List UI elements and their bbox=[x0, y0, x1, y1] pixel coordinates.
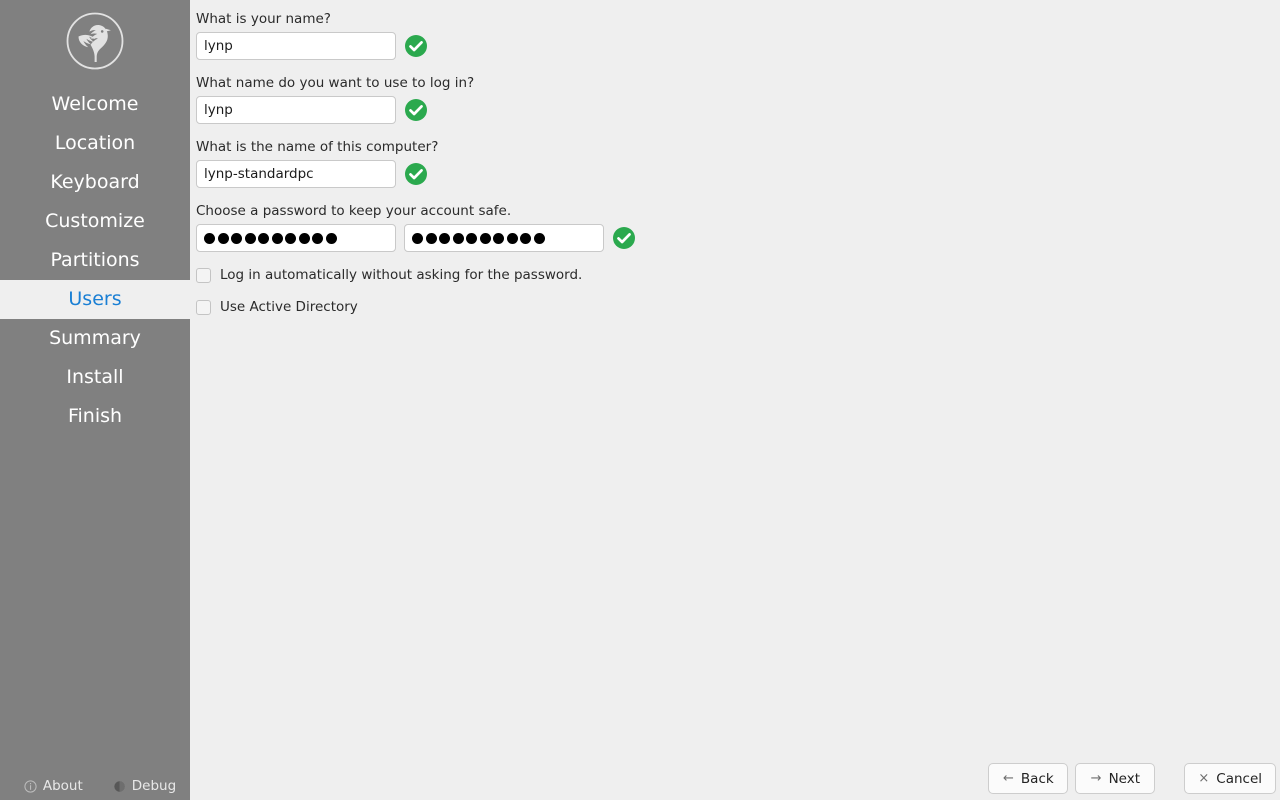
users-form: What is your name? What name do you want… bbox=[196, 11, 1266, 331]
password-input[interactable] bbox=[196, 224, 396, 252]
back-button-label: Back bbox=[1020, 770, 1054, 787]
username-row bbox=[196, 96, 1266, 124]
active-directory-row[interactable]: Use Active Directory bbox=[196, 299, 1266, 315]
back-button[interactable]: ← Back bbox=[988, 763, 1069, 794]
green-check-icon bbox=[405, 163, 427, 185]
fullname-label: What is your name? bbox=[196, 11, 331, 27]
debug-label: Debug bbox=[131, 778, 177, 794]
bird-logo-icon bbox=[66, 12, 124, 70]
sidebar-item-welcome[interactable]: Welcome bbox=[0, 85, 190, 124]
sidebar-item-install[interactable]: Install bbox=[0, 358, 190, 397]
sidebar-item-partitions[interactable]: Partitions bbox=[0, 241, 190, 280]
about-link[interactable]: About bbox=[24, 778, 83, 794]
green-check-icon bbox=[405, 35, 427, 57]
about-label: About bbox=[42, 778, 83, 794]
hostname-label: What is the name of this computer? bbox=[196, 139, 439, 155]
password-label: Choose a password to keep your account s… bbox=[196, 203, 512, 219]
wizard-button-bar: ← Back → Next × Cancel bbox=[988, 763, 1276, 794]
sidebar-item-summary[interactable]: Summary bbox=[0, 319, 190, 358]
info-circle-icon bbox=[24, 779, 37, 793]
autologin-label: Log in automatically without asking for … bbox=[220, 267, 583, 283]
green-check-icon bbox=[613, 227, 635, 249]
sidebar-item-finish[interactable]: Finish bbox=[0, 397, 190, 436]
autologin-checkbox[interactable] bbox=[196, 267, 211, 283]
sidebar-item-customize[interactable]: Customize bbox=[0, 202, 190, 241]
sidebar-item-location[interactable]: Location bbox=[0, 124, 190, 163]
autologin-row[interactable]: Log in automatically without asking for … bbox=[196, 267, 1266, 283]
next-button[interactable]: → Next bbox=[1075, 763, 1156, 794]
password-confirm-input[interactable] bbox=[404, 224, 604, 252]
green-check-icon bbox=[405, 99, 427, 121]
next-button-label: Next bbox=[1108, 770, 1141, 787]
sidebar-nav: Welcome Location Keyboard Customize Part… bbox=[0, 85, 190, 436]
distro-logo bbox=[63, 9, 127, 73]
close-x-icon: × bbox=[1198, 771, 1210, 786]
debug-link[interactable]: Debug bbox=[113, 778, 176, 794]
sidebar: Welcome Location Keyboard Customize Part… bbox=[0, 0, 190, 800]
password-row bbox=[196, 224, 1266, 252]
hostname-input[interactable] bbox=[196, 160, 396, 188]
fullname-row bbox=[196, 32, 1266, 60]
cancel-button-label: Cancel bbox=[1216, 770, 1262, 787]
active-directory-checkbox[interactable] bbox=[196, 299, 211, 315]
username-label: What name do you want to use to log in? bbox=[196, 75, 475, 91]
sidebar-item-keyboard[interactable]: Keyboard bbox=[0, 163, 190, 202]
username-input[interactable] bbox=[196, 96, 396, 124]
fullname-input[interactable] bbox=[196, 32, 396, 60]
hostname-row bbox=[196, 160, 1266, 188]
sidebar-item-users[interactable]: Users bbox=[0, 280, 190, 319]
cancel-button[interactable]: × Cancel bbox=[1184, 763, 1276, 794]
arrow-left-icon: ← bbox=[1003, 771, 1014, 786]
main-panel: What is your name? What name do you want… bbox=[190, 0, 1280, 800]
debug-circle-icon bbox=[113, 780, 126, 793]
arrow-right-icon: → bbox=[1090, 771, 1102, 786]
sidebar-footer: About Debug bbox=[0, 778, 190, 794]
active-directory-label: Use Active Directory bbox=[220, 299, 358, 315]
